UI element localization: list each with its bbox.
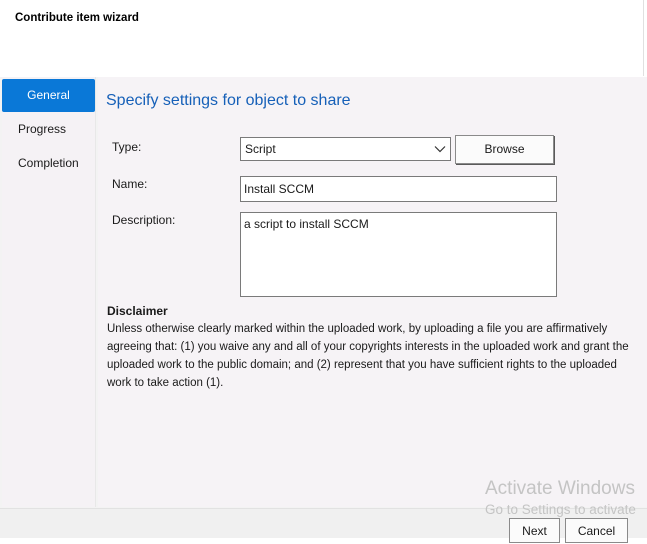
type-select[interactable]: Script: [240, 137, 451, 161]
nav-item-general[interactable]: General: [2, 79, 95, 112]
nav-item-progress[interactable]: Progress: [2, 113, 95, 146]
wizard-nav: General Progress Completion: [2, 77, 96, 507]
disclaimer-text: Unless otherwise clearly marked within t…: [107, 323, 629, 389]
nav-item-completion[interactable]: Completion: [2, 147, 95, 180]
description-label: Description:: [112, 213, 176, 227]
activation-watermark-title: Activate Windows: [485, 478, 635, 499]
name-input[interactable]: Install SCCM: [240, 176, 557, 202]
wizard-window: Contribute item wizard General Progress …: [0, 0, 647, 543]
type-select-value: Script: [245, 142, 276, 156]
cancel-button[interactable]: Cancel: [565, 518, 628, 543]
browse-button[interactable]: Browse: [455, 135, 554, 164]
chevron-down-icon: [434, 146, 446, 153]
name-label: Name:: [112, 177, 148, 191]
wizard-title: Contribute item wizard: [15, 12, 139, 24]
wizard-header: Contribute item wizard: [0, 0, 644, 76]
type-label: Type:: [112, 140, 142, 154]
wizard-content: Specify settings for object to share Typ…: [98, 77, 647, 507]
page-heading: Specify settings for object to share: [106, 92, 351, 109]
activation-watermark-subtitle: Go to Settings to activate: [485, 502, 636, 517]
description-textarea[interactable]: a script to install SCCM: [240, 212, 557, 297]
next-button[interactable]: Next: [509, 518, 560, 543]
disclaimer-title: Disclaimer: [107, 304, 168, 318]
